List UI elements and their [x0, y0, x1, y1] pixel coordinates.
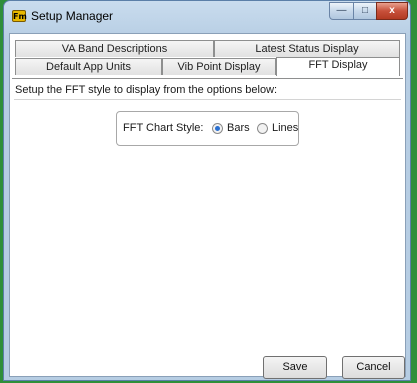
- section-divider: [14, 99, 401, 100]
- save-button[interactable]: Save: [263, 356, 327, 379]
- radio-bars-label: Bars: [227, 122, 250, 134]
- tab-latest-status-display[interactable]: Latest Status Display: [214, 40, 400, 57]
- cancel-button[interactable]: Cancel: [342, 356, 405, 379]
- fft-chart-style-group: FFT Chart Style: Bars Lines: [116, 111, 299, 146]
- radio-lines-option[interactable]: Lines: [257, 122, 298, 134]
- radio-lines-label: Lines: [272, 122, 299, 134]
- dialog-client-area: VA Band Descriptions Latest Status Displ…: [9, 33, 406, 379]
- fft-chart-style-label: FFT Chart Style:: [123, 122, 204, 134]
- close-button[interactable]: x: [376, 2, 408, 20]
- instruction-text: Setup the FFT style to display from the …: [15, 84, 278, 96]
- maximize-button[interactable]: □: [353, 2, 377, 20]
- fft-display-pane: Setup the FFT style to display from the …: [12, 78, 403, 374]
- tab-va-band-descriptions[interactable]: VA Band Descriptions: [15, 40, 214, 57]
- tab-vib-point-display[interactable]: Vib Point Display: [162, 58, 276, 75]
- app-icon: Fm: [12, 10, 27, 22]
- tab-fft-display[interactable]: FFT Display: [276, 57, 400, 76]
- setup-manager-window: Fm Setup Manager — □ x VA Band Descripti…: [3, 0, 411, 381]
- radio-bars[interactable]: [212, 122, 223, 134]
- radio-bars-option[interactable]: Bars: [212, 122, 250, 134]
- radio-lines[interactable]: [257, 122, 268, 134]
- window-title: Setup Manager: [31, 9, 114, 23]
- title-bar[interactable]: Fm Setup Manager — □ x: [4, 1, 410, 31]
- minimize-button[interactable]: —: [329, 2, 354, 20]
- tab-default-app-units[interactable]: Default App Units: [15, 58, 162, 75]
